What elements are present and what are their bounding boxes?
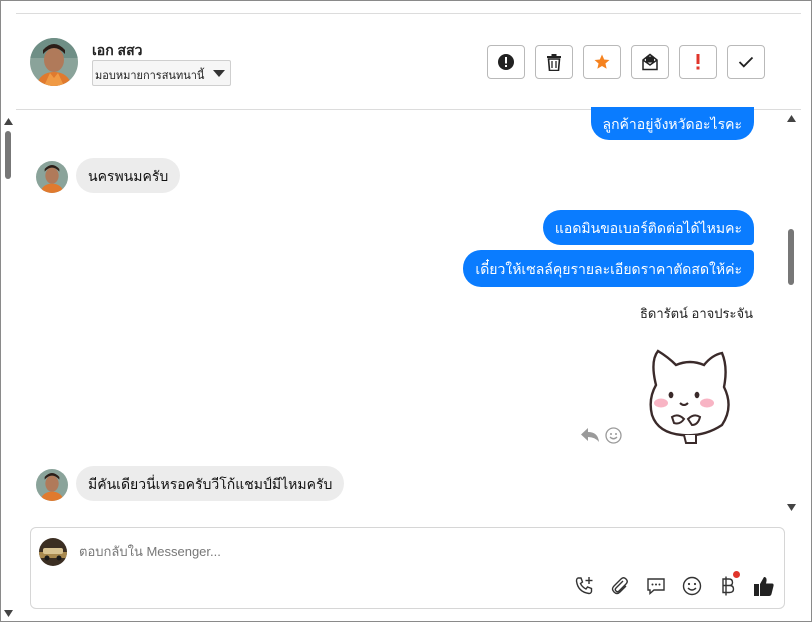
scroll-up-arrow-icon[interactable] (4, 118, 13, 125)
assign-label: มอบหมายการสนทนานี้ (95, 70, 205, 82)
attach-button[interactable] (609, 575, 631, 597)
scroll-down-arrow-icon[interactable] (4, 610, 13, 617)
alert-circle-icon (498, 54, 514, 70)
react-smiley-icon[interactable] (605, 427, 622, 444)
contact-name: เอก สสว (92, 42, 143, 58)
smiley-icon (682, 576, 702, 596)
reply-composer (30, 527, 785, 609)
notification-dot (733, 571, 740, 578)
check-icon (738, 56, 754, 68)
conversation-header: เอก สสว มอบหมายการสนทนานี้ (16, 13, 801, 110)
scrollbar-thumb[interactable] (788, 229, 794, 285)
caret-down-icon (213, 70, 225, 77)
scrollbar-thumb[interactable] (5, 131, 11, 179)
mark-important-button[interactable] (679, 45, 717, 79)
scroll-down-arrow-icon[interactable] (787, 504, 796, 511)
page-avatar (39, 538, 67, 566)
star-icon (594, 54, 610, 69)
cat-sticker[interactable] (644, 345, 736, 445)
reply-icon[interactable] (580, 427, 600, 443)
contact-avatar-small (36, 161, 68, 193)
scroll-up-arrow-icon[interactable] (787, 115, 796, 122)
mark-done-button[interactable] (727, 45, 765, 79)
message-bubble-incoming[interactable]: นครพนมครับ (76, 158, 181, 193)
reply-input[interactable] (79, 544, 479, 559)
thumbs-up-icon (754, 577, 774, 596)
mark-spam-button[interactable] (487, 45, 525, 79)
phone-plus-icon (575, 577, 593, 595)
trash-icon (547, 53, 561, 71)
like-button[interactable] (753, 575, 775, 597)
message-bubble-outgoing[interactable]: แอดมินขอเบอร์ติดต่อได้ไหมคะ (542, 210, 754, 245)
conversation-panel: เอก สสว มอบหมายการสนทนานี้ ลูกค้าอยู่จัง… (0, 0, 812, 622)
add-call-button[interactable] (573, 575, 595, 597)
delete-button[interactable] (535, 45, 573, 79)
envelope-icon (642, 53, 658, 71)
baht-icon (722, 576, 735, 596)
message-bubble-outgoing[interactable]: เดี๋ยวให้เซลล์คุยรายละเอียดราคาตัดสดให้ค… (463, 250, 754, 287)
contact-avatar[interactable] (30, 38, 78, 86)
message-thread[interactable]: ลูกค้าอยู่จังหวัดอะไรคะ นครพนมครับ แอดมิ… (16, 107, 801, 519)
contact-avatar-small (36, 469, 68, 501)
assign-conversation-dropdown[interactable]: มอบหมายการสนทนานี้ (92, 60, 231, 86)
paperclip-icon (611, 577, 628, 595)
left-scrollbar[interactable] (1, 109, 15, 621)
right-scrollbar[interactable] (785, 109, 799, 519)
emoji-button[interactable] (681, 575, 703, 597)
saved-replies-button[interactable] (645, 575, 667, 597)
mark-unread-button[interactable] (631, 45, 669, 79)
payment-button[interactable] (717, 571, 740, 597)
sender-name: ธิดารัตน์ อาจประจัน (639, 306, 753, 321)
exclamation-icon (696, 54, 700, 70)
chat-bubble-icon (647, 578, 665, 596)
star-button[interactable] (583, 45, 621, 79)
message-bubble-outgoing[interactable]: ลูกค้าอยู่จังหวัดอะไรคะ (590, 107, 754, 140)
message-bubble-incoming[interactable]: มีคันเดียวนี่เหรอครับวีโก้แชมป์มีไหมครับ (76, 466, 345, 501)
